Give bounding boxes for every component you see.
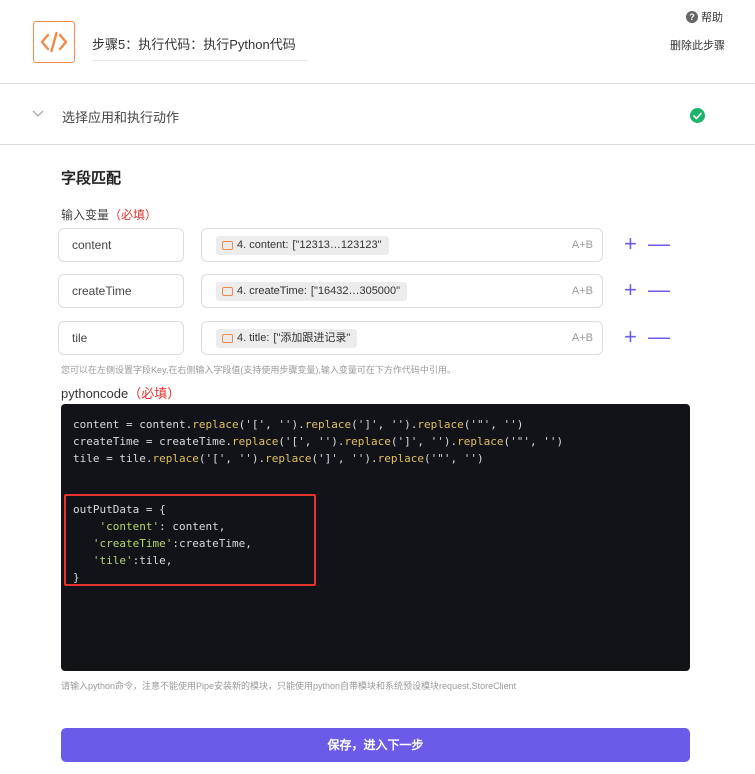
divider xyxy=(92,60,308,61)
code-line: } xyxy=(73,571,80,584)
code-step-icon xyxy=(222,241,233,250)
add-row-button[interactable]: + xyxy=(624,278,637,302)
chevron-down-icon[interactable] xyxy=(32,108,44,118)
chip-value: ["添加跟进记录" xyxy=(273,332,351,344)
variable-key-input[interactable]: tile xyxy=(58,321,184,355)
concat-icon[interactable]: A+B xyxy=(572,332,593,344)
app-action-label: 选择应用和执行动作 xyxy=(62,110,180,125)
code-icon xyxy=(33,21,75,63)
required-marker: （必填） xyxy=(128,386,181,401)
code-line: 'createTime':createTime, xyxy=(92,537,252,550)
pythoncode-text: pythoncode xyxy=(61,386,129,401)
code-step-icon xyxy=(222,287,233,296)
required-marker: （必填） xyxy=(109,208,158,222)
input-variable-hint: 您可以在左侧设置字段Key,在右侧输入字段值(支持使用步骤变量),输入变量可在下… xyxy=(61,365,456,375)
variable-row: createTime 4. createTime: ["16432…305000… xyxy=(58,274,678,308)
variable-chip[interactable]: 4. createTime: ["16432…305000" xyxy=(216,282,408,301)
concat-icon[interactable]: A+B xyxy=(572,285,593,297)
variable-key-input[interactable]: content xyxy=(58,228,184,262)
code-lines: content = content.replace('[', '').repla… xyxy=(73,416,678,586)
remove-row-button[interactable]: — xyxy=(648,278,670,302)
step-header: 步骤5：执行代码：执行Python代码 ? 帮助 删除此步骤 xyxy=(0,0,755,84)
chip-label: 4. createTime: xyxy=(237,285,307,297)
input-variable-label: 输入变量（必填） xyxy=(61,206,157,223)
help-link[interactable]: ? 帮助 xyxy=(686,9,723,25)
variable-row: content 4. content: ["12313…123123" A+B … xyxy=(58,228,678,262)
code-line: outPutData = { xyxy=(73,503,166,516)
code-line: 'content': content, xyxy=(99,520,226,533)
code-step-icon xyxy=(222,334,233,343)
save-next-button[interactable]: 保存，进入下一步 xyxy=(61,728,690,762)
code-line: 'tile':tile, xyxy=(92,554,173,567)
check-circle-icon xyxy=(690,108,705,123)
input-variable-text: 输入变量 xyxy=(61,208,110,222)
variable-value-input[interactable]: 4. content: ["12313…123123" A+B xyxy=(201,228,603,262)
chip-label: 4. content: xyxy=(237,239,289,251)
field-mapping-title: 字段匹配 xyxy=(61,170,122,187)
variable-value-input[interactable]: 4. createTime: ["16432…305000" A+B xyxy=(201,274,603,308)
variable-value-input[interactable]: 4. title: ["添加跟进记录" A+B xyxy=(201,321,603,355)
pythoncode-label: pythoncode（必填） xyxy=(61,383,180,402)
python-code-hint: 请输入python命令，注意不能使用Pipe安装新的模块，只能使用python自… xyxy=(61,681,517,691)
step-title: 步骤5：执行代码：执行Python代码 xyxy=(92,37,296,52)
code-line: content = content.replace('[', '').repla… xyxy=(73,418,524,431)
code-line: tile = tile.replace('[', '').replace(']'… xyxy=(73,452,484,465)
variable-key-input[interactable]: createTime xyxy=(58,274,184,308)
chip-value: ["12313…123123" xyxy=(292,239,382,251)
variable-chip[interactable]: 4. content: ["12313…123123" xyxy=(216,236,389,255)
variable-row: tile 4. title: ["添加跟进记录" A+B + — xyxy=(58,321,678,355)
chip-value: ["16432…305000" xyxy=(310,285,401,297)
question-icon: ? xyxy=(686,11,698,23)
code-line: createTime = createTime.replace('[', '')… xyxy=(73,435,564,448)
add-row-button[interactable]: + xyxy=(624,232,637,256)
remove-row-button[interactable]: — xyxy=(648,232,670,256)
chip-label: 4. title: xyxy=(237,332,270,344)
app-action-section[interactable]: 选择应用和执行动作 xyxy=(0,84,755,145)
help-label: 帮助 xyxy=(701,12,723,24)
delete-step-button[interactable]: 删除此步骤 xyxy=(670,37,725,53)
remove-row-button[interactable]: — xyxy=(648,325,670,349)
python-code-editor[interactable]: content = content.replace('[', '').repla… xyxy=(61,404,690,671)
concat-icon[interactable]: A+B xyxy=(572,239,593,251)
variable-chip[interactable]: 4. title: ["添加跟进记录" xyxy=(216,329,358,348)
add-row-button[interactable]: + xyxy=(624,325,637,349)
